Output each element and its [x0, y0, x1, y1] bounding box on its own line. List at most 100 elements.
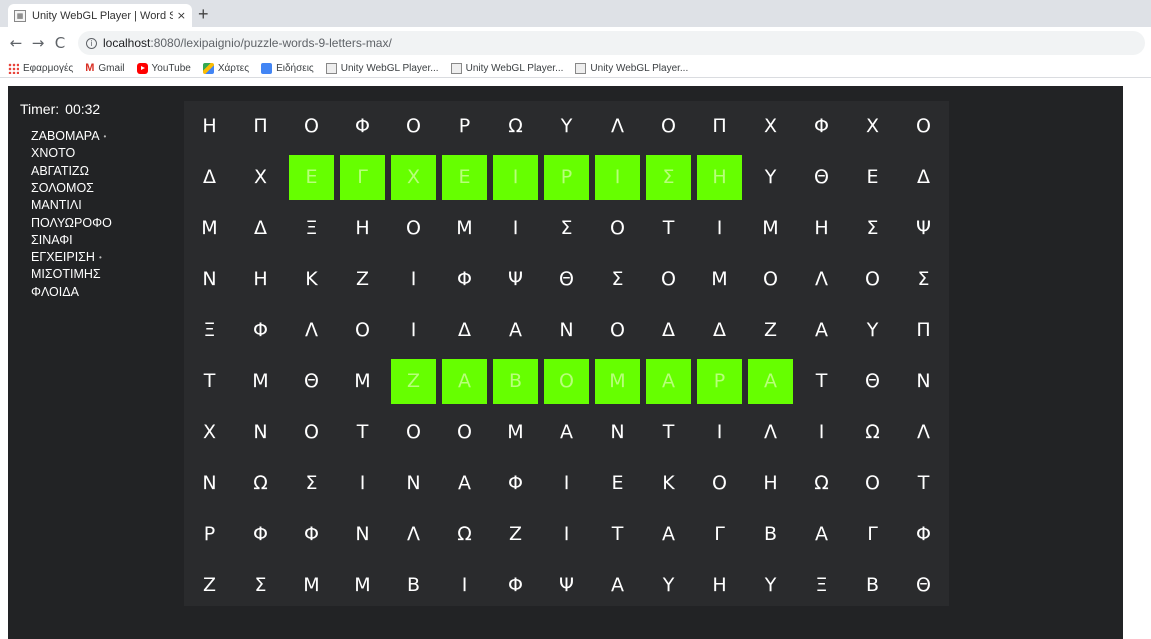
grid-cell[interactable]: Υ	[748, 155, 793, 200]
grid-cell[interactable]: Ξ	[289, 206, 334, 251]
forward-icon[interactable]: →	[28, 34, 48, 52]
grid-cell[interactable]: Α	[799, 308, 844, 353]
grid-cell[interactable]: Ω	[238, 461, 283, 506]
address-bar[interactable]: i localhost:8080/lexipaignio/puzzle-word…	[78, 31, 1145, 55]
bookmark-item[interactable]: YouTube	[136, 62, 191, 74]
grid-cell[interactable]: Α	[595, 563, 640, 608]
grid-cell[interactable]: Ο	[289, 410, 334, 455]
grid-cell[interactable]: Ν	[238, 410, 283, 455]
grid-cell[interactable]: Θ	[544, 257, 589, 302]
grid-cell[interactable]: Ο	[646, 104, 691, 149]
grid-cell[interactable]: Χ	[391, 155, 436, 200]
bookmark-item[interactable]: Unity WebGL Player...	[450, 62, 563, 74]
grid-cell[interactable]: Π	[901, 308, 946, 353]
grid-cell[interactable]: Ι	[442, 563, 487, 608]
grid-cell[interactable]: Θ	[901, 563, 946, 608]
grid-cell[interactable]: Ν	[595, 410, 640, 455]
grid-cell[interactable]: Γ	[850, 512, 895, 557]
grid-cell[interactable]: Μ	[595, 359, 640, 404]
grid-cell[interactable]: Ν	[544, 308, 589, 353]
grid-cell[interactable]: Λ	[901, 410, 946, 455]
grid-cell[interactable]: Τ	[187, 359, 232, 404]
grid-cell[interactable]: Ζ	[748, 308, 793, 353]
grid-cell[interactable]: Ο	[646, 257, 691, 302]
grid-cell[interactable]: Η	[748, 461, 793, 506]
grid-cell[interactable]: Β	[748, 512, 793, 557]
grid-cell[interactable]: Χ	[238, 155, 283, 200]
grid-cell[interactable]: Μ	[442, 206, 487, 251]
grid-cell[interactable]: Μ	[340, 359, 385, 404]
grid-cell[interactable]: Γ	[697, 512, 742, 557]
grid-cell[interactable]: Λ	[595, 104, 640, 149]
grid-cell[interactable]: Ι	[493, 155, 538, 200]
grid-cell[interactable]: Ο	[391, 410, 436, 455]
grid-cell[interactable]: Ο	[544, 359, 589, 404]
grid-cell[interactable]: Ο	[391, 104, 436, 149]
grid-cell[interactable]: Α	[799, 512, 844, 557]
grid-cell[interactable]: Ο	[595, 206, 640, 251]
grid-cell[interactable]: Ρ	[187, 512, 232, 557]
grid-cell[interactable]: Ρ	[544, 155, 589, 200]
grid-cell[interactable]: Ο	[595, 308, 640, 353]
grid-cell[interactable]: Ζ	[340, 257, 385, 302]
grid-cell[interactable]: Φ	[340, 104, 385, 149]
back-icon[interactable]: ←	[6, 34, 26, 52]
grid-cell[interactable]: Δ	[697, 308, 742, 353]
grid-cell[interactable]: Σ	[238, 563, 283, 608]
bookmark-item[interactable]: Unity WebGL Player...	[575, 62, 688, 74]
browser-tab[interactable]: ▦ Unity WebGL Player | Word Searc ×	[8, 4, 192, 27]
grid-cell[interactable]: Δ	[187, 155, 232, 200]
grid-cell[interactable]: Θ	[289, 359, 334, 404]
bookmark-item[interactable]: Χάρτες	[202, 62, 249, 74]
grid-cell[interactable]: Λ	[391, 512, 436, 557]
grid-cell[interactable]: Η	[340, 206, 385, 251]
grid-cell[interactable]: Υ	[646, 563, 691, 608]
grid-cell[interactable]: Ι	[340, 461, 385, 506]
grid-cell[interactable]: Γ	[340, 155, 385, 200]
grid-cell[interactable]: Δ	[646, 308, 691, 353]
grid-cell[interactable]: Ο	[391, 206, 436, 251]
grid-cell[interactable]: Κ	[646, 461, 691, 506]
grid-cell[interactable]: Τ	[799, 359, 844, 404]
grid-cell[interactable]: Ν	[901, 359, 946, 404]
grid-cell[interactable]: Ξ	[187, 308, 232, 353]
grid-cell[interactable]: Ι	[391, 308, 436, 353]
grid-cell[interactable]: Μ	[187, 206, 232, 251]
grid-cell[interactable]: Ω	[799, 461, 844, 506]
grid-cell[interactable]: Ψ	[493, 257, 538, 302]
grid-cell[interactable]: Ο	[850, 257, 895, 302]
grid-cell[interactable]: Μ	[340, 563, 385, 608]
grid-cell[interactable]: Ι	[544, 461, 589, 506]
grid-cell[interactable]: Φ	[493, 461, 538, 506]
grid-cell[interactable]: Ν	[391, 461, 436, 506]
grid-cell[interactable]: Ν	[187, 461, 232, 506]
grid-cell[interactable]: Β	[493, 359, 538, 404]
grid-cell[interactable]: Σ	[850, 206, 895, 251]
grid-cell[interactable]: Ο	[340, 308, 385, 353]
grid-cell[interactable]: Θ	[850, 359, 895, 404]
bookmark-item[interactable]: Unity WebGL Player...	[325, 62, 439, 74]
letter-grid[interactable]: ΗΠΟΦΟΡΩΥΛΟΠΧΦΧΟΔΧΕΓΧΕΙΡΙΣΗΥΘΕΔΜΔΞΗΟΜΙΣΟΤ…	[184, 101, 949, 606]
grid-cell[interactable]: Α	[442, 359, 487, 404]
grid-cell[interactable]: Ο	[748, 257, 793, 302]
grid-cell[interactable]: Χ	[850, 104, 895, 149]
grid-cell[interactable]: Τ	[340, 410, 385, 455]
grid-cell[interactable]: Α	[442, 461, 487, 506]
grid-cell[interactable]: Ζ	[391, 359, 436, 404]
grid-cell[interactable]: Α	[646, 512, 691, 557]
grid-cell[interactable]: Φ	[238, 308, 283, 353]
grid-cell[interactable]: Δ	[442, 308, 487, 353]
grid-cell[interactable]: Ζ	[187, 563, 232, 608]
new-tab-button[interactable]: +	[198, 4, 209, 24]
grid-cell[interactable]: Σ	[901, 257, 946, 302]
info-icon[interactable]: i	[86, 37, 97, 49]
grid-cell[interactable]: Ο	[901, 104, 946, 149]
grid-cell[interactable]: Τ	[646, 206, 691, 251]
grid-cell[interactable]: Χ	[187, 410, 232, 455]
grid-cell[interactable]: Β	[391, 563, 436, 608]
grid-cell[interactable]: Μ	[493, 410, 538, 455]
grid-cell[interactable]: Ε	[442, 155, 487, 200]
grid-cell[interactable]: Σ	[595, 257, 640, 302]
grid-cell[interactable]: Υ	[748, 563, 793, 608]
grid-cell[interactable]: Ω	[493, 104, 538, 149]
